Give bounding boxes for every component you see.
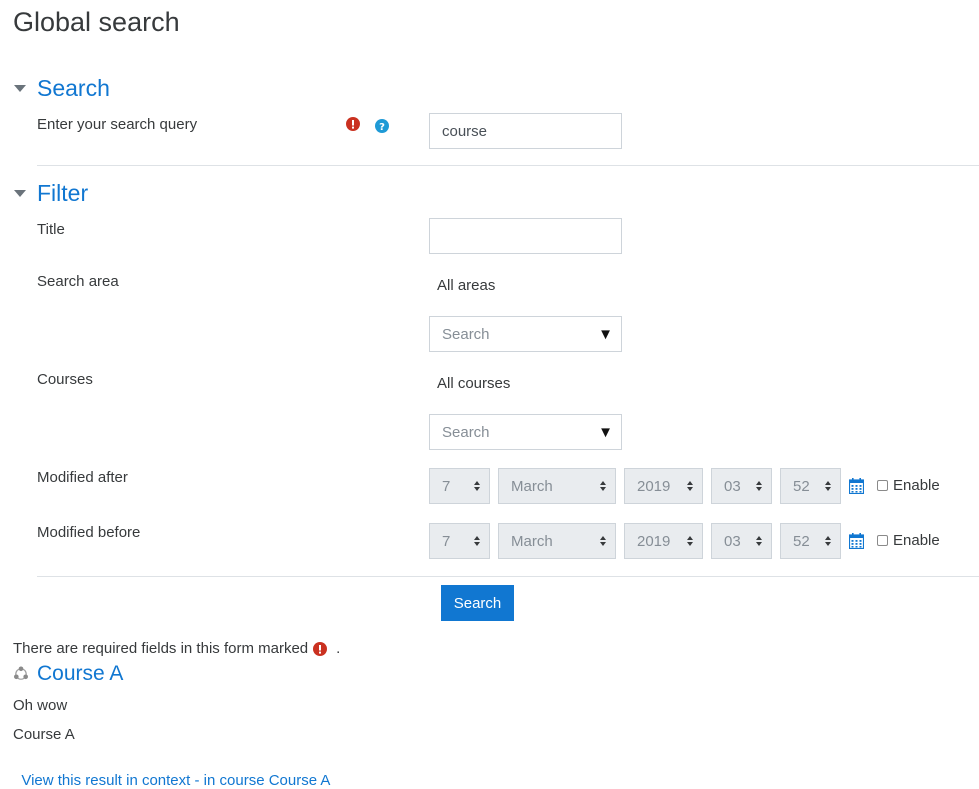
collapse-caret-icon xyxy=(14,84,26,92)
select-arrows-icon xyxy=(474,481,480,491)
select-value: 2019 xyxy=(637,532,671,550)
modified-before-hour-select[interactable]: 03 xyxy=(711,523,772,559)
modified-before-day-select[interactable]: 7 xyxy=(429,523,490,559)
section-divider xyxy=(37,165,979,166)
select-arrows-icon xyxy=(687,536,693,546)
select-value: March xyxy=(511,532,553,550)
collapse-caret-icon xyxy=(14,189,26,197)
modified-before-enable[interactable]: Enable xyxy=(877,532,940,549)
courses-placeholder: Search xyxy=(442,423,490,441)
search-area-placeholder: Search xyxy=(442,325,490,343)
dropdown-arrow-icon[interactable]: ▼ xyxy=(598,326,613,343)
search-section-toggle[interactable]: Search xyxy=(14,74,110,102)
calendar-icon[interactable] xyxy=(849,478,864,494)
required-icon xyxy=(313,641,328,656)
select-value: 52 xyxy=(793,532,810,550)
select-arrows-icon xyxy=(600,481,606,491)
result-heading: Course A xyxy=(13,661,123,687)
enable-label: Enable xyxy=(893,477,940,494)
required-icon xyxy=(346,117,360,131)
section-divider xyxy=(37,576,979,577)
dropdown-arrow-icon[interactable]: ▼ xyxy=(598,424,613,441)
select-value: 52 xyxy=(793,477,810,495)
result-course: Course A xyxy=(13,726,75,743)
select-arrows-icon xyxy=(825,481,831,491)
select-value: 2019 xyxy=(637,477,671,495)
enable-label: Enable xyxy=(893,532,940,549)
filter-section-legend: Filter xyxy=(37,180,89,206)
select-value: 03 xyxy=(724,532,741,550)
required-note-suffix: . xyxy=(336,640,341,657)
select-arrows-icon xyxy=(825,536,831,546)
courses-autocomplete[interactable]: Search ▼ xyxy=(429,414,622,450)
filter-section-toggle[interactable]: Filter xyxy=(14,179,88,207)
enable-checkbox[interactable] xyxy=(877,480,888,491)
help-icon[interactable]: ? xyxy=(375,119,389,133)
search-query-input[interactable]: course xyxy=(429,113,622,149)
result-title-link[interactable]: Course A xyxy=(37,661,123,687)
modified-before-label: Modified before xyxy=(37,524,141,541)
svg-text:?: ? xyxy=(379,122,385,133)
search-submit-button[interactable]: Search xyxy=(441,585,514,621)
search-area-autocomplete[interactable]: Search ▼ xyxy=(429,316,622,352)
modified-before-month-select[interactable]: March xyxy=(498,523,616,559)
modified-before-year-select[interactable]: 2019 xyxy=(624,523,703,559)
enable-checkbox[interactable] xyxy=(877,535,888,546)
course-icon xyxy=(14,666,28,680)
modified-after-label: Modified after xyxy=(37,469,128,486)
select-arrows-icon xyxy=(687,481,693,491)
modified-after-year-select[interactable]: 2019 xyxy=(624,468,703,504)
modified-after-minute-select[interactable]: 52 xyxy=(780,468,841,504)
select-arrows-icon xyxy=(756,481,762,491)
required-fields-note: There are required fields in this form m… xyxy=(13,640,340,657)
modified-after-hour-select[interactable]: 03 xyxy=(711,468,772,504)
modified-after-enable[interactable]: Enable xyxy=(877,477,940,494)
search-area-selection: All areas xyxy=(437,277,496,294)
courses-selection: All courses xyxy=(437,375,511,392)
required-note-text: There are required fields in this form m… xyxy=(13,640,309,657)
modified-before-minute-select[interactable]: 52 xyxy=(780,523,841,559)
result-content: Oh wow xyxy=(13,697,68,714)
title-label: Title xyxy=(37,221,65,238)
title-input[interactable] xyxy=(429,218,622,254)
modified-after-month-select[interactable]: March xyxy=(498,468,616,504)
search-section-legend: Search xyxy=(37,75,110,101)
select-value: 7 xyxy=(442,477,451,495)
modified-after-day-select[interactable]: 7 xyxy=(429,468,490,504)
select-arrows-icon xyxy=(756,536,762,546)
select-arrows-icon xyxy=(600,536,606,546)
search-query-label: Enter your search query xyxy=(37,116,198,133)
select-value: 7 xyxy=(442,532,451,550)
courses-label: Courses xyxy=(37,371,93,388)
select-value: March xyxy=(511,477,553,495)
result-links: View this result in context - in course … xyxy=(13,755,330,789)
calendar-icon[interactable] xyxy=(849,533,864,549)
page-title: Global search xyxy=(13,7,180,37)
select-value: 03 xyxy=(724,477,741,495)
select-arrows-icon xyxy=(474,536,480,546)
search-area-label: Search area xyxy=(37,273,119,290)
